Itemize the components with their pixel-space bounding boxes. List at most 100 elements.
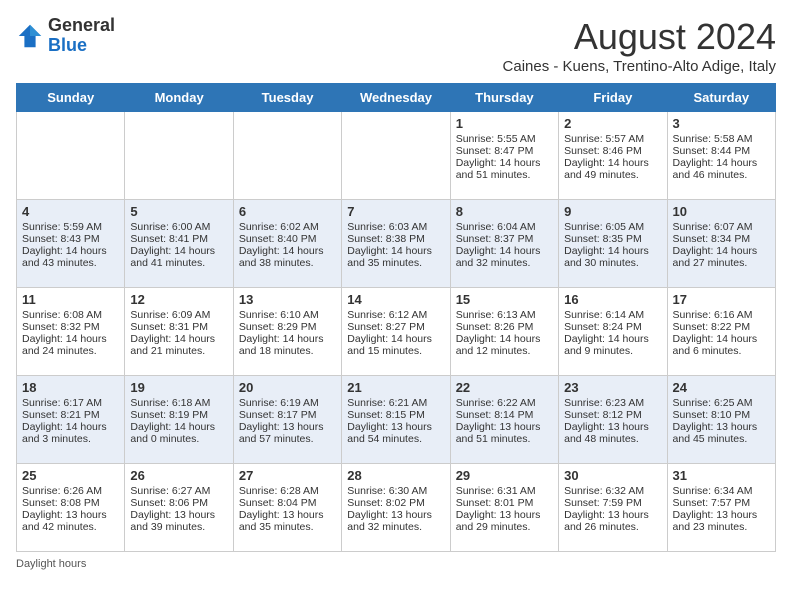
day-info: Sunrise: 6:28 AM bbox=[239, 485, 336, 497]
day-info: Daylight: 14 hours and 6 minutes. bbox=[673, 333, 770, 357]
table-row: 20Sunrise: 6:19 AMSunset: 8:17 PMDayligh… bbox=[233, 376, 341, 464]
day-info: Sunset: 8:38 PM bbox=[347, 233, 444, 245]
day-number: 10 bbox=[673, 204, 770, 219]
table-row: 7Sunrise: 6:03 AMSunset: 8:38 PMDaylight… bbox=[342, 200, 450, 288]
day-number: 27 bbox=[239, 468, 336, 483]
table-row: 4Sunrise: 5:59 AMSunset: 8:43 PMDaylight… bbox=[17, 200, 125, 288]
day-info: Daylight: 13 hours and 48 minutes. bbox=[564, 421, 661, 445]
day-info: Sunrise: 6:16 AM bbox=[673, 309, 770, 321]
day-info: Sunset: 8:31 PM bbox=[130, 321, 227, 333]
day-number: 18 bbox=[22, 380, 119, 395]
day-info: Sunrise: 6:32 AM bbox=[564, 485, 661, 497]
day-number: 26 bbox=[130, 468, 227, 483]
day-info: Sunrise: 6:17 AM bbox=[22, 397, 119, 409]
day-info: Daylight: 13 hours and 42 minutes. bbox=[22, 509, 119, 533]
day-number: 29 bbox=[456, 468, 553, 483]
calendar-week-1: 1Sunrise: 5:55 AMSunset: 8:47 PMDaylight… bbox=[17, 112, 776, 200]
day-info: Daylight: 14 hours and 27 minutes. bbox=[673, 245, 770, 269]
day-number: 23 bbox=[564, 380, 661, 395]
day-info: Sunrise: 6:13 AM bbox=[456, 309, 553, 321]
table-row: 1 Sunrise: 5:55 AMSunset: 8:47 PMDaylight… bbox=[450, 112, 558, 200]
day-info: Sunrise: 6:09 AM bbox=[130, 309, 227, 321]
day-info: Sunset: 8:10 PM bbox=[673, 409, 770, 421]
day-info: Daylight: 14 hours and 43 minutes. bbox=[22, 245, 119, 269]
table-row: 12 Sunrise: 6:09 AMSunset: 8:31 PMDayligh… bbox=[125, 288, 233, 376]
day-info: Sunrise: 6:00 AM bbox=[130, 221, 227, 233]
day-info: Daylight: 13 hours and 32 minutes. bbox=[347, 509, 444, 533]
day-info: Sunset: 8:29 PM bbox=[239, 321, 336, 333]
day-number: 1 bbox=[456, 116, 553, 131]
day-info: Sunrise: 6:25 AM bbox=[673, 397, 770, 409]
calendar-week-3: 11Sunrise: 6:08 AMSunset: 8:32 PMDayligh… bbox=[17, 288, 776, 376]
day-info: Sunset: 8:02 PM bbox=[347, 497, 444, 509]
day-info: Sunset: 8:37 PM bbox=[456, 233, 553, 245]
day-info: Sunset: 8:35 PM bbox=[564, 233, 661, 245]
day-info: Daylight: 14 hours and 32 minutes. bbox=[456, 245, 553, 269]
table-row: 26Sunrise: 6:27 AMSunset: 8:06 PMDayligh… bbox=[125, 464, 233, 552]
day-info: Daylight: 14 hours and 41 minutes. bbox=[130, 245, 227, 269]
day-info: Sunrise: 6:08 AM bbox=[22, 309, 119, 321]
day-info: Sunset: 8:47 PM bbox=[456, 145, 553, 157]
day-info: Sunrise: 6:02 AM bbox=[239, 221, 336, 233]
col-header-wednesday: Wednesday bbox=[342, 84, 450, 112]
day-info: Daylight: 14 hours and 51 minutes. bbox=[456, 157, 553, 181]
day-info: Daylight: 14 hours and 15 minutes. bbox=[347, 333, 444, 357]
day-info: Sunset: 8:41 PM bbox=[130, 233, 227, 245]
day-info: Daylight: 14 hours and 30 minutes. bbox=[564, 245, 661, 269]
day-info: Sunrise: 6:23 AM bbox=[564, 397, 661, 409]
table-row: 31Sunrise: 6:34 AMSunset: 7:57 PMDayligh… bbox=[667, 464, 775, 552]
day-info: Sunset: 8:06 PM bbox=[130, 497, 227, 509]
day-info: Sunrise: 6:03 AM bbox=[347, 221, 444, 233]
day-info: Sunset: 8:43 PM bbox=[22, 233, 119, 245]
day-info: Daylight: 14 hours and 38 minutes. bbox=[239, 245, 336, 269]
table-row bbox=[233, 112, 341, 200]
day-info: Sunset: 8:17 PM bbox=[239, 409, 336, 421]
day-number: 19 bbox=[130, 380, 227, 395]
day-info: Sunset: 8:08 PM bbox=[22, 497, 119, 509]
day-info: Sunrise: 6:34 AM bbox=[673, 485, 770, 497]
table-row: 11Sunrise: 6:08 AMSunset: 8:32 PMDayligh… bbox=[17, 288, 125, 376]
day-number: 22 bbox=[456, 380, 553, 395]
month-year: August 2024 bbox=[503, 16, 776, 58]
day-number: 30 bbox=[564, 468, 661, 483]
day-info: Sunrise: 5:55 AM bbox=[456, 133, 553, 145]
day-number: 12 bbox=[130, 292, 227, 307]
col-header-thursday: Thursday bbox=[450, 84, 558, 112]
day-info: Sunset: 8:12 PM bbox=[564, 409, 661, 421]
day-info: Sunrise: 6:14 AM bbox=[564, 309, 661, 321]
day-info: Sunset: 7:59 PM bbox=[564, 497, 661, 509]
day-info: Sunset: 8:32 PM bbox=[22, 321, 119, 333]
day-info: Sunset: 8:19 PM bbox=[130, 409, 227, 421]
day-info: Daylight: 14 hours and 0 minutes. bbox=[130, 421, 227, 445]
table-row: 22Sunrise: 6:22 AMSunset: 8:14 PMDayligh… bbox=[450, 376, 558, 464]
table-row: 15Sunrise: 6:13 AMSunset: 8:26 PMDayligh… bbox=[450, 288, 558, 376]
day-info: Daylight: 14 hours and 21 minutes. bbox=[130, 333, 227, 357]
col-header-monday: Monday bbox=[125, 84, 233, 112]
day-info: Daylight: 14 hours and 35 minutes. bbox=[347, 245, 444, 269]
table-row: 6Sunrise: 6:02 AMSunset: 8:40 PMDaylight… bbox=[233, 200, 341, 288]
calendar-week-5: 25Sunrise: 6:26 AMSunset: 8:08 PMDayligh… bbox=[17, 464, 776, 552]
col-header-sunday: Sunday bbox=[17, 84, 125, 112]
day-info: Sunset: 8:44 PM bbox=[673, 145, 770, 157]
day-info: Daylight: 14 hours and 46 minutes. bbox=[673, 157, 770, 181]
col-header-friday: Friday bbox=[559, 84, 667, 112]
table-row: 3Sunrise: 5:58 AMSunset: 8:44 PMDaylight… bbox=[667, 112, 775, 200]
day-info: Sunrise: 6:07 AM bbox=[673, 221, 770, 233]
day-info: Daylight: 13 hours and 23 minutes. bbox=[673, 509, 770, 533]
day-info: Sunrise: 6:18 AM bbox=[130, 397, 227, 409]
day-number: 20 bbox=[239, 380, 336, 395]
table-row: 14Sunrise: 6:12 AMSunset: 8:27 PMDayligh… bbox=[342, 288, 450, 376]
table-row: 19 Sunrise: 6:18 AMSunset: 8:19 PMDayligh… bbox=[125, 376, 233, 464]
day-number: 14 bbox=[347, 292, 444, 307]
day-number: 8 bbox=[456, 204, 553, 219]
day-info: Daylight: 13 hours and 26 minutes. bbox=[564, 509, 661, 533]
table-row: 9Sunrise: 6:05 AMSunset: 8:35 PMDaylight… bbox=[559, 200, 667, 288]
day-info: Sunrise: 5:58 AM bbox=[673, 133, 770, 145]
day-info: Sunrise: 6:31 AM bbox=[456, 485, 553, 497]
table-row: 28Sunrise: 6:30 AMSunset: 8:02 PMDayligh… bbox=[342, 464, 450, 552]
day-info: Daylight: 14 hours and 18 minutes. bbox=[239, 333, 336, 357]
table-row: 13Sunrise: 6:10 AMSunset: 8:29 PMDayligh… bbox=[233, 288, 341, 376]
table-row: 17Sunrise: 6:16 AMSunset: 8:22 PMDayligh… bbox=[667, 288, 775, 376]
day-info: Sunset: 8:15 PM bbox=[347, 409, 444, 421]
day-info: Sunset: 8:34 PM bbox=[673, 233, 770, 245]
